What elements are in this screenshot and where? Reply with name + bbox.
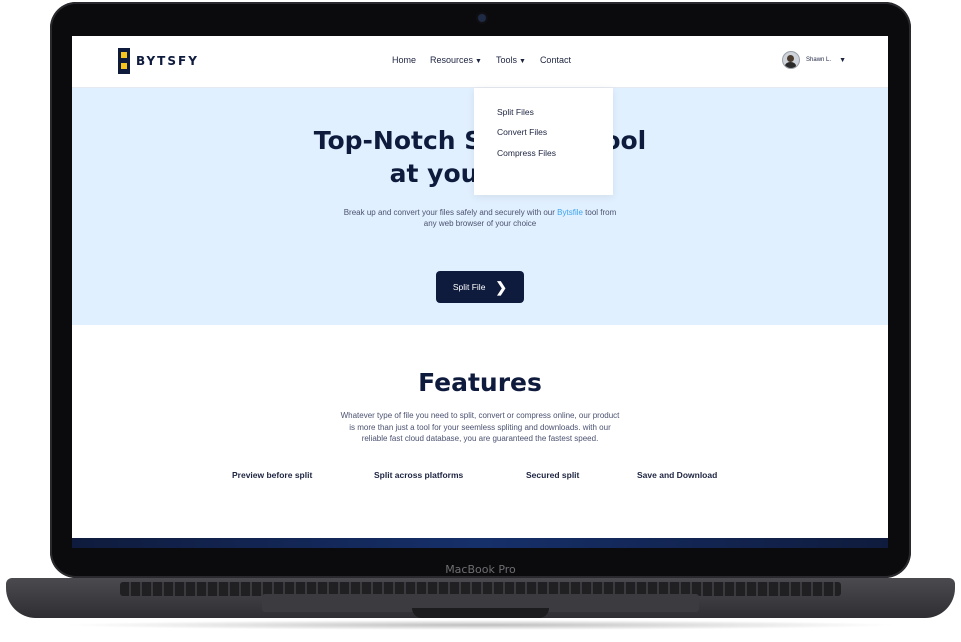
logo-mark-icon: [118, 48, 130, 74]
hero-subtitle: Break up and convert your files safely a…: [343, 208, 617, 228]
footer-strip: [72, 538, 888, 548]
chevron-right-icon: ❯: [495, 279, 508, 295]
tools-dropdown: Split Files Convert Files Compress Files: [474, 88, 613, 195]
device-label: MacBook Pro: [445, 563, 516, 576]
feature-split-across-platforms[interactable]: Split across platforms: [374, 470, 463, 480]
screen: BYTSFY Home Resources ▼ Tools ▼ Contact Sh…: [72, 36, 888, 548]
avatar: [782, 51, 801, 69]
chevron-down-icon: ▼: [475, 58, 482, 65]
nav-tools[interactable]: Tools ▼: [496, 55, 526, 65]
split-file-button[interactable]: Split File ❯: [436, 271, 524, 303]
base-shadow: [60, 620, 901, 630]
feature-preview-before-split[interactable]: Preview before split: [232, 470, 312, 480]
brand-logo[interactable]: BYTSFY: [118, 48, 199, 74]
camera-icon: [478, 14, 486, 22]
features-description: Whatever type of file you need to split,…: [340, 411, 620, 443]
nav-contact[interactable]: Contact: [540, 55, 571, 65]
laptop-base: [0, 578, 961, 634]
feature-secured-split[interactable]: Secured split: [526, 470, 579, 480]
dropdown-item-compress-files[interactable]: Compress Files: [497, 148, 556, 158]
chevron-down-icon: ▼: [519, 58, 526, 65]
nav-home[interactable]: Home: [392, 55, 416, 65]
chevron-down-icon: ▼: [839, 56, 846, 64]
user-name: Shawn L.: [806, 57, 832, 63]
user-menu[interactable]: Shawn L. ▼: [782, 51, 846, 69]
brand-name: BYTSFY: [136, 54, 199, 68]
main-menu: Home Resources ▼ Tools ▼ Contact: [392, 55, 571, 65]
nav-resources[interactable]: Resources ▼: [430, 55, 482, 65]
bytsfile-link[interactable]: Bytsfile: [557, 208, 583, 217]
feature-save-and-download[interactable]: Save and Download: [637, 470, 717, 480]
hinge-notch: [412, 608, 549, 618]
features-title: Features: [418, 368, 542, 397]
dropdown-item-convert-files[interactable]: Convert Files: [497, 127, 547, 137]
dropdown-item-split-files[interactable]: Split Files: [497, 107, 534, 117]
top-navbar: BYTSFY Home Resources ▼ Tools ▼ Contact Sh…: [72, 36, 888, 88]
